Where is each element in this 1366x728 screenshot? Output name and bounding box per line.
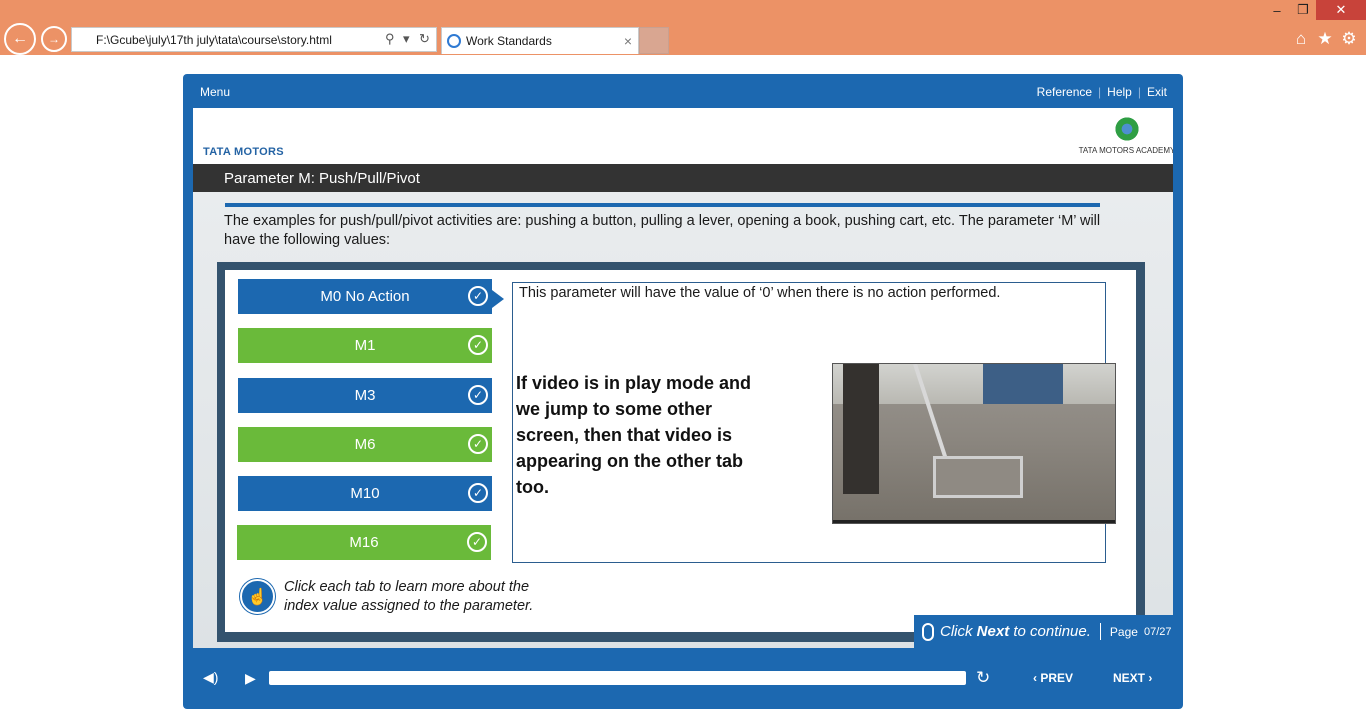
- prev-button[interactable]: ‹ PREV: [1033, 671, 1073, 685]
- check-icon: ✓: [468, 286, 488, 306]
- replay-icon[interactable]: ↻: [976, 668, 990, 688]
- address-bar[interactable]: F:\Gcube\july\17th july\tata\course\stor…: [71, 27, 437, 52]
- tab-m16[interactable]: M16 ✓: [237, 525, 491, 560]
- arrow-right-icon: →: [48, 32, 60, 46]
- separator: |: [1137, 85, 1141, 99]
- intro-text: The examples for push/pull/pivot activit…: [224, 213, 1101, 248]
- back-button[interactable]: ←: [4, 23, 36, 55]
- play-icon[interactable]: ▶: [245, 670, 256, 687]
- new-tab-button[interactable]: [639, 27, 669, 54]
- refresh-icon[interactable]: ↻: [419, 31, 430, 47]
- check-icon: ✓: [468, 483, 488, 503]
- academy-logo: TATA MOTORS ACADEMY: [1079, 116, 1173, 160]
- favorites-star-icon[interactable]: ★: [1314, 28, 1336, 50]
- browser-chrome: ← → F:\Gcube\july\17th july\tata\course\…: [0, 0, 1366, 55]
- tab-label: M16: [349, 534, 379, 551]
- tab-m3[interactable]: M3 ✓: [238, 378, 492, 413]
- video-player[interactable]: [832, 363, 1116, 524]
- selected-tab-arrow-icon: [492, 290, 504, 308]
- page-number: 07/27: [1143, 625, 1172, 638]
- hand-pointer-icon: ☝: [240, 579, 275, 614]
- tab-m6[interactable]: M6 ✓: [238, 427, 492, 462]
- gear-icon[interactable]: ⚙: [1338, 28, 1360, 50]
- minimize-button[interactable]: –: [1264, 0, 1290, 20]
- slide: TATA MOTORS TATA MOTORS ACADEMY Paramete…: [193, 108, 1173, 648]
- next-button[interactable]: NEXT ›: [1113, 671, 1152, 685]
- next-hint-bar: Click Next to continue. Page 07/27: [914, 615, 1173, 648]
- search-icon[interactable]: ⚲: [385, 31, 395, 47]
- exit-link[interactable]: Exit: [1147, 85, 1167, 99]
- arrow-left-icon: ←: [12, 30, 28, 47]
- tab-label: M6: [354, 436, 376, 453]
- page-label: Page: [1109, 624, 1138, 639]
- divider: [1099, 623, 1101, 640]
- close-window-button[interactable]: ✕: [1316, 0, 1366, 20]
- tab-m0[interactable]: M0 No Action ✓: [238, 279, 492, 314]
- academy-emblem-icon: [1114, 116, 1140, 142]
- restore-button[interactable]: ❐: [1290, 0, 1316, 20]
- next-hint-suffix: to continue.: [1009, 623, 1091, 640]
- tab-title: Work Standards: [466, 34, 552, 48]
- tab-label: M3: [354, 387, 376, 404]
- next-hint-text: Click Next to continue.: [940, 623, 1091, 640]
- video-frame: [933, 456, 1023, 498]
- separator: |: [1098, 85, 1102, 99]
- hint-text: Click each tab to learn more about the i…: [284, 579, 534, 614]
- check-icon: ✓: [468, 335, 488, 355]
- mouse-icon: [922, 622, 934, 641]
- tab-m10[interactable]: M10 ✓: [238, 476, 492, 511]
- seek-bar[interactable]: [269, 671, 966, 685]
- address-text: F:\Gcube\july\17th july\tata\course\stor…: [96, 32, 332, 47]
- ie-favicon-icon: [447, 34, 461, 48]
- tab-m1[interactable]: M1 ✓: [238, 328, 492, 363]
- page-title: Parameter M: Push/Pull/Pivot: [193, 164, 1173, 192]
- video-frame: [843, 364, 879, 494]
- close-tab-icon[interactable]: ×: [624, 33, 632, 49]
- player-controls: ◀) ▶ ↻ ‹ PREV NEXT ›: [183, 660, 1183, 696]
- tab-label: M0 No Action: [320, 288, 410, 305]
- tab-label: M1: [354, 337, 376, 354]
- description-text: This parameter will have the value of ‘0…: [519, 285, 1001, 301]
- check-icon: ✓: [468, 385, 488, 405]
- help-link[interactable]: Help: [1107, 85, 1132, 99]
- check-icon: ✓: [468, 434, 488, 454]
- check-icon: ✓: [467, 532, 487, 552]
- divider: [225, 203, 1100, 207]
- note-text: If video is in play mode and we jump to …: [516, 373, 752, 497]
- next-hint-prefix: Click: [940, 623, 977, 640]
- video-progress-bar: [833, 520, 1115, 523]
- tata-motors-logo: TATA MOTORS: [203, 146, 284, 158]
- topbar-links: Reference | Help | Exit: [1037, 85, 1167, 99]
- reference-link[interactable]: Reference: [1037, 85, 1092, 99]
- home-icon[interactable]: ⌂: [1290, 28, 1312, 50]
- chevron-down-icon[interactable]: ▾: [403, 31, 410, 47]
- tab-work-standards[interactable]: Work Standards ×: [441, 27, 639, 54]
- slide-header: TATA MOTORS TATA MOTORS ACADEMY: [193, 108, 1173, 164]
- next-hint-bold: Next: [976, 623, 1010, 640]
- tab-label: M10: [350, 485, 380, 502]
- forward-button[interactable]: →: [41, 26, 67, 52]
- menu-link[interactable]: Menu: [200, 85, 230, 99]
- video-frame: [983, 364, 1063, 404]
- volume-icon[interactable]: ◀): [203, 669, 218, 686]
- academy-logo-text: TATA MOTORS ACADEMY: [1078, 146, 1173, 155]
- course-player: Menu Reference | Help | Exit TATA MOTORS…: [183, 74, 1183, 709]
